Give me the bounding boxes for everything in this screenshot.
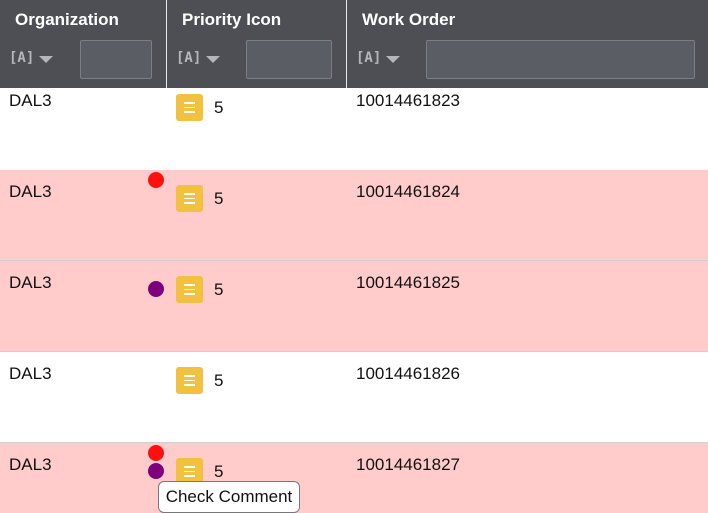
priority-list-icon bbox=[176, 185, 203, 212]
priority-list-icon bbox=[176, 94, 203, 121]
table-row[interactable]: DAL3 5 10014461824 bbox=[0, 170, 708, 261]
red-dot-icon[interactable] bbox=[148, 445, 164, 461]
work-order-cell: 10014461823 bbox=[356, 91, 461, 110]
grid-header: Organization [A] Priority Icon [A] Work … bbox=[0, 0, 708, 88]
work-order-cell: 10014461826 bbox=[356, 364, 461, 383]
priority-filter-input[interactable] bbox=[246, 40, 332, 79]
column-title-priority-icon[interactable]: Priority Icon bbox=[182, 10, 281, 30]
organization-cell: DAL3 bbox=[9, 273, 52, 292]
column-header-priority-icon[interactable]: Priority Icon [A] bbox=[167, 0, 347, 88]
chevron-down-icon[interactable] bbox=[39, 56, 53, 63]
organization-cell: DAL3 bbox=[9, 91, 52, 110]
column-title-work-order[interactable]: Work Order bbox=[362, 10, 455, 30]
organization-filter-input[interactable] bbox=[80, 40, 152, 79]
work-order-cell: 10014461824 bbox=[356, 182, 461, 201]
organization-cell: DAL3 bbox=[9, 455, 52, 474]
priority-list-icon bbox=[176, 276, 203, 303]
work-order-cell: 10014461827 bbox=[356, 455, 461, 474]
column-title-organization[interactable]: Organization bbox=[15, 10, 119, 30]
table-row[interactable]: DAL3 5 10014461827 bbox=[0, 443, 708, 513]
column-header-work-order[interactable]: Work Order [A] bbox=[347, 0, 708, 88]
work-order-grid: Organization [A] Priority Icon [A] Work … bbox=[0, 0, 708, 513]
table-row[interactable]: DAL3 5 10014461825 bbox=[0, 261, 708, 352]
priority-value: 5 bbox=[214, 462, 224, 481]
red-dot-icon[interactable] bbox=[148, 172, 164, 188]
purple-dot-icon[interactable] bbox=[148, 281, 164, 297]
column-header-organization[interactable]: Organization [A] bbox=[0, 0, 167, 88]
priority-value: 5 bbox=[214, 280, 224, 299]
organization-cell: DAL3 bbox=[9, 182, 52, 201]
filter-type-icon[interactable]: [A] bbox=[9, 50, 34, 66]
chevron-down-icon[interactable] bbox=[206, 56, 220, 63]
priority-value: 5 bbox=[214, 98, 224, 117]
table-row[interactable]: DAL3 5 10014461826 bbox=[0, 352, 708, 443]
filter-type-icon[interactable]: [A] bbox=[176, 50, 201, 66]
priority-value: 5 bbox=[214, 189, 224, 208]
priority-value: 5 bbox=[214, 371, 224, 390]
work-order-filter-input[interactable] bbox=[426, 40, 695, 79]
organization-cell: DAL3 bbox=[9, 364, 52, 383]
check-comment-tooltip: Check Comment bbox=[158, 481, 300, 513]
priority-list-icon bbox=[176, 367, 203, 394]
filter-type-icon[interactable]: [A] bbox=[356, 50, 381, 66]
work-order-cell: 10014461825 bbox=[356, 273, 461, 292]
purple-dot-icon[interactable] bbox=[148, 463, 164, 479]
table-row[interactable]: DAL3 5 10014461823 bbox=[0, 88, 708, 179]
chevron-down-icon[interactable] bbox=[386, 56, 400, 63]
